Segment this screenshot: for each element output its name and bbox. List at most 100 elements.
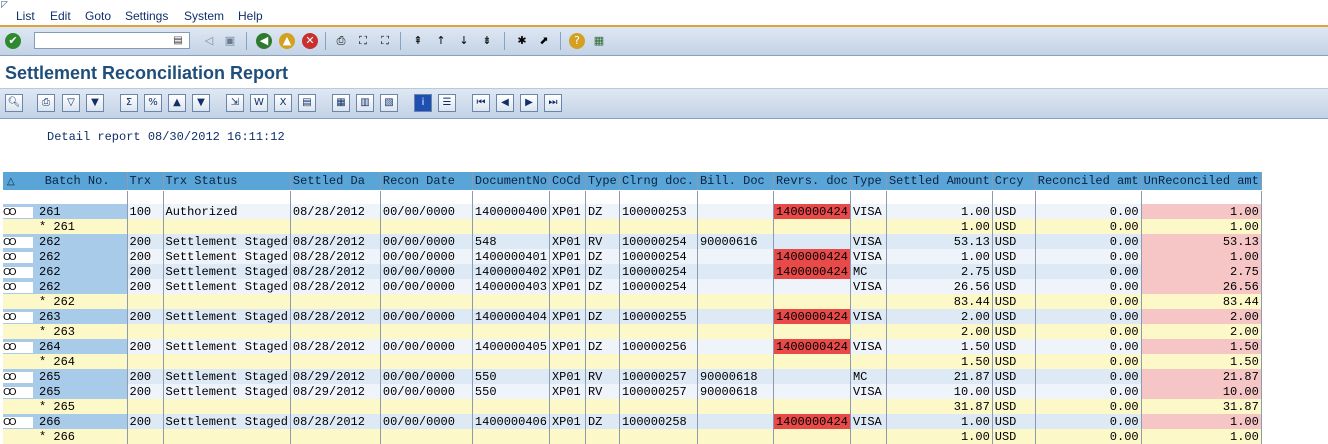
column-header-recon-date[interactable]: Recon Date (380, 172, 473, 191)
line-items-icon[interactable]: Ꝏ (3, 281, 33, 293)
line-items-icon[interactable]: Ꝏ (3, 386, 33, 398)
subtotal-row[interactable]: * 264 1.50 USD 0.00 1.50 (3, 354, 1262, 369)
table-row[interactable]: Ꝏ 265 200 Settlement Staged 08/29/2012 00/00/… (3, 384, 1262, 399)
information-icon[interactable]: i (414, 94, 432, 112)
column-header-batch[interactable]: △ Batch No. (3, 172, 128, 191)
column-header-billing-doc[interactable]: Bill. Doc (697, 172, 774, 191)
column-header-unreconciled-amt[interactable]: UnReconciled amt (1141, 172, 1262, 191)
table-row[interactable]: Ꝏ 266 200 Settlement Staged 08/28/2012 00/00/… (3, 414, 1262, 429)
column-header-trx-status[interactable]: Trx Status (163, 172, 291, 191)
column-header-currency[interactable]: Crcy (992, 172, 1036, 191)
table-row[interactable]: Ꝏ 264 200 Settlement Staged 08/28/2012 00/00/… (3, 339, 1262, 354)
layout-menu-icon[interactable]: ▦ (591, 33, 607, 49)
filter-icon[interactable]: ▽ (62, 94, 80, 112)
export-icon[interactable]: ⇲ (226, 94, 244, 112)
back-arrow-icon[interactable]: ◁ (201, 33, 217, 49)
last-page-icon[interactable]: ⇟ (479, 33, 495, 49)
column-header-type[interactable]: Type (585, 172, 620, 191)
menu-settings[interactable]: Settings (125, 9, 168, 23)
change-layout-icon[interactable]: ▦ (332, 94, 350, 112)
column-header-document-no[interactable]: DocumentNo (472, 172, 550, 191)
line-items-icon[interactable]: Ꝏ (3, 236, 33, 248)
set-filter-icon[interactable]: ▼ (86, 94, 104, 112)
menu-goto[interactable]: Goto (85, 9, 111, 23)
print-icon[interactable]: ⎙ (333, 33, 349, 49)
column-header-clearing-doc[interactable]: Clrng doc. (619, 172, 698, 191)
sort-ascending-icon[interactable]: ▲ (168, 94, 186, 112)
line-items-icon[interactable]: Ꝏ (3, 311, 33, 323)
subtotal-row[interactable]: * 263 2.00 USD 0.00 2.00 (3, 324, 1262, 339)
billing-doc-cell (697, 219, 774, 234)
shortcut-icon[interactable]: ⬈ (536, 33, 552, 49)
batch-cell: Ꝏ 262 (3, 234, 128, 249)
help-icon[interactable]: ? (569, 33, 585, 49)
column-header-settled-amount[interactable]: Settled Amount (886, 172, 993, 191)
line-items-icon[interactable]: Ꝏ (3, 266, 33, 278)
column-header-reconciled-amt[interactable]: Reconciled amt (1035, 172, 1142, 191)
subtotal-row[interactable]: * 265 31.87 USD 0.00 31.87 (3, 399, 1262, 414)
menu-list[interactable]: List (16, 9, 35, 23)
enter-checkmark-icon[interactable]: ✔ (5, 33, 21, 49)
print-preview-icon[interactable]: ⎙ (37, 94, 55, 112)
table-row[interactable]: Ꝏ 262 200 Settlement Staged 08/28/2012 00/00/… (3, 279, 1262, 294)
choose-layout-icon[interactable]: ▥ (356, 94, 374, 112)
command-history-icon[interactable]: ▤ (170, 33, 186, 48)
line-items-icon[interactable]: Ꝏ (3, 341, 33, 353)
line-items-icon[interactable]: Ꝏ (3, 206, 33, 218)
reconciled-amt-cell: 0.00 (1035, 339, 1142, 354)
find-next-icon[interactable]: ⛶ (377, 33, 393, 49)
save-icon[interactable]: ▣ (222, 33, 238, 49)
previous-page-icon[interactable]: ◀ (496, 94, 514, 112)
save-layout-icon[interactable]: ▧ (380, 94, 398, 112)
table-row[interactable]: Ꝏ 262 200 Settlement Staged 08/28/2012 00/00/… (3, 264, 1262, 279)
clearing-doc-cell: 100000256 (619, 339, 698, 354)
cancel-icon[interactable]: ✕ (302, 33, 318, 49)
settled-amount-cell: 1.00 (886, 219, 993, 234)
settled-date-cell: 08/28/2012 (290, 279, 381, 294)
menu-help[interactable]: Help (238, 9, 263, 23)
line-items-icon[interactable]: Ꝏ (3, 416, 33, 428)
card-type-cell (850, 354, 887, 369)
next-page-icon[interactable]: ▶ (520, 94, 538, 112)
column-header-cocd[interactable]: CoCd (549, 172, 586, 191)
abc-analysis-icon[interactable]: ☰ (438, 94, 456, 112)
exit-icon[interactable]: ▲ (279, 33, 295, 49)
column-header-trx[interactable]: Trx (127, 172, 164, 191)
next-page-icon[interactable]: ↓ (456, 33, 472, 49)
subtotal-icon[interactable]: % (144, 94, 162, 112)
window-icon[interactable]: ◸ (1, 0, 11, 9)
total-icon[interactable]: Σ (120, 94, 138, 112)
currency-cell: USD (992, 279, 1036, 294)
unreconciled-amt-cell: 2.00 (1141, 324, 1262, 339)
sort-triangle-icon[interactable]: △ (7, 177, 15, 188)
menu-edit[interactable]: Edit (50, 9, 71, 23)
spreadsheet-icon[interactable]: X (274, 94, 292, 112)
subtotal-row[interactable]: * 262 83.44 USD 0.00 83.44 (3, 294, 1262, 309)
line-items-icon[interactable]: Ꝏ (3, 371, 33, 383)
sort-descending-icon[interactable]: ▼ (192, 94, 210, 112)
word-processing-icon[interactable]: W (250, 94, 268, 112)
details-icon[interactable]: 🔍︎ (5, 94, 23, 112)
table-row[interactable]: Ꝏ 261 100 Authorized 08/28/2012 00/00/0000 140… (3, 204, 1262, 219)
table-row[interactable]: Ꝏ 262 200 Settlement Staged 08/28/2012 00/00/… (3, 234, 1262, 249)
last-page-icon[interactable]: ⏭ (544, 94, 562, 112)
create-session-icon[interactable]: ✱ (514, 33, 530, 49)
detail-report-line: Detail report 08/30/2012 16:11:12 (47, 130, 285, 144)
first-page-icon[interactable]: ⇞ (410, 33, 426, 49)
local-file-icon[interactable]: ▤ (298, 94, 316, 112)
command-field[interactable] (34, 32, 190, 49)
subtotal-row[interactable]: * 261 1.00 USD 0.00 1.00 (3, 219, 1262, 234)
subtotal-row[interactable]: * 266 1.00 USD 0.00 1.00 (3, 429, 1262, 444)
back-icon[interactable]: ◀ (256, 33, 272, 49)
table-row[interactable]: Ꝏ 263 200 Settlement Staged 08/28/2012 00/00/… (3, 309, 1262, 324)
first-page-icon[interactable]: ⏮ (472, 94, 490, 112)
line-items-icon[interactable]: Ꝏ (3, 251, 33, 263)
column-header-reversal-doc[interactable]: Revrs. doc (773, 172, 851, 191)
menu-system[interactable]: System (184, 9, 224, 23)
column-header-settled-date[interactable]: Settled Da (290, 172, 381, 191)
previous-page-icon[interactable]: ↑ (433, 33, 449, 49)
find-icon[interactable]: ⛶ (355, 33, 371, 49)
table-row[interactable]: Ꝏ 265 200 Settlement Staged 08/29/2012 00/00/… (3, 369, 1262, 384)
column-header-card-type[interactable]: Type (850, 172, 887, 191)
table-row[interactable]: Ꝏ 262 200 Settlement Staged 08/28/2012 00/00/… (3, 249, 1262, 264)
